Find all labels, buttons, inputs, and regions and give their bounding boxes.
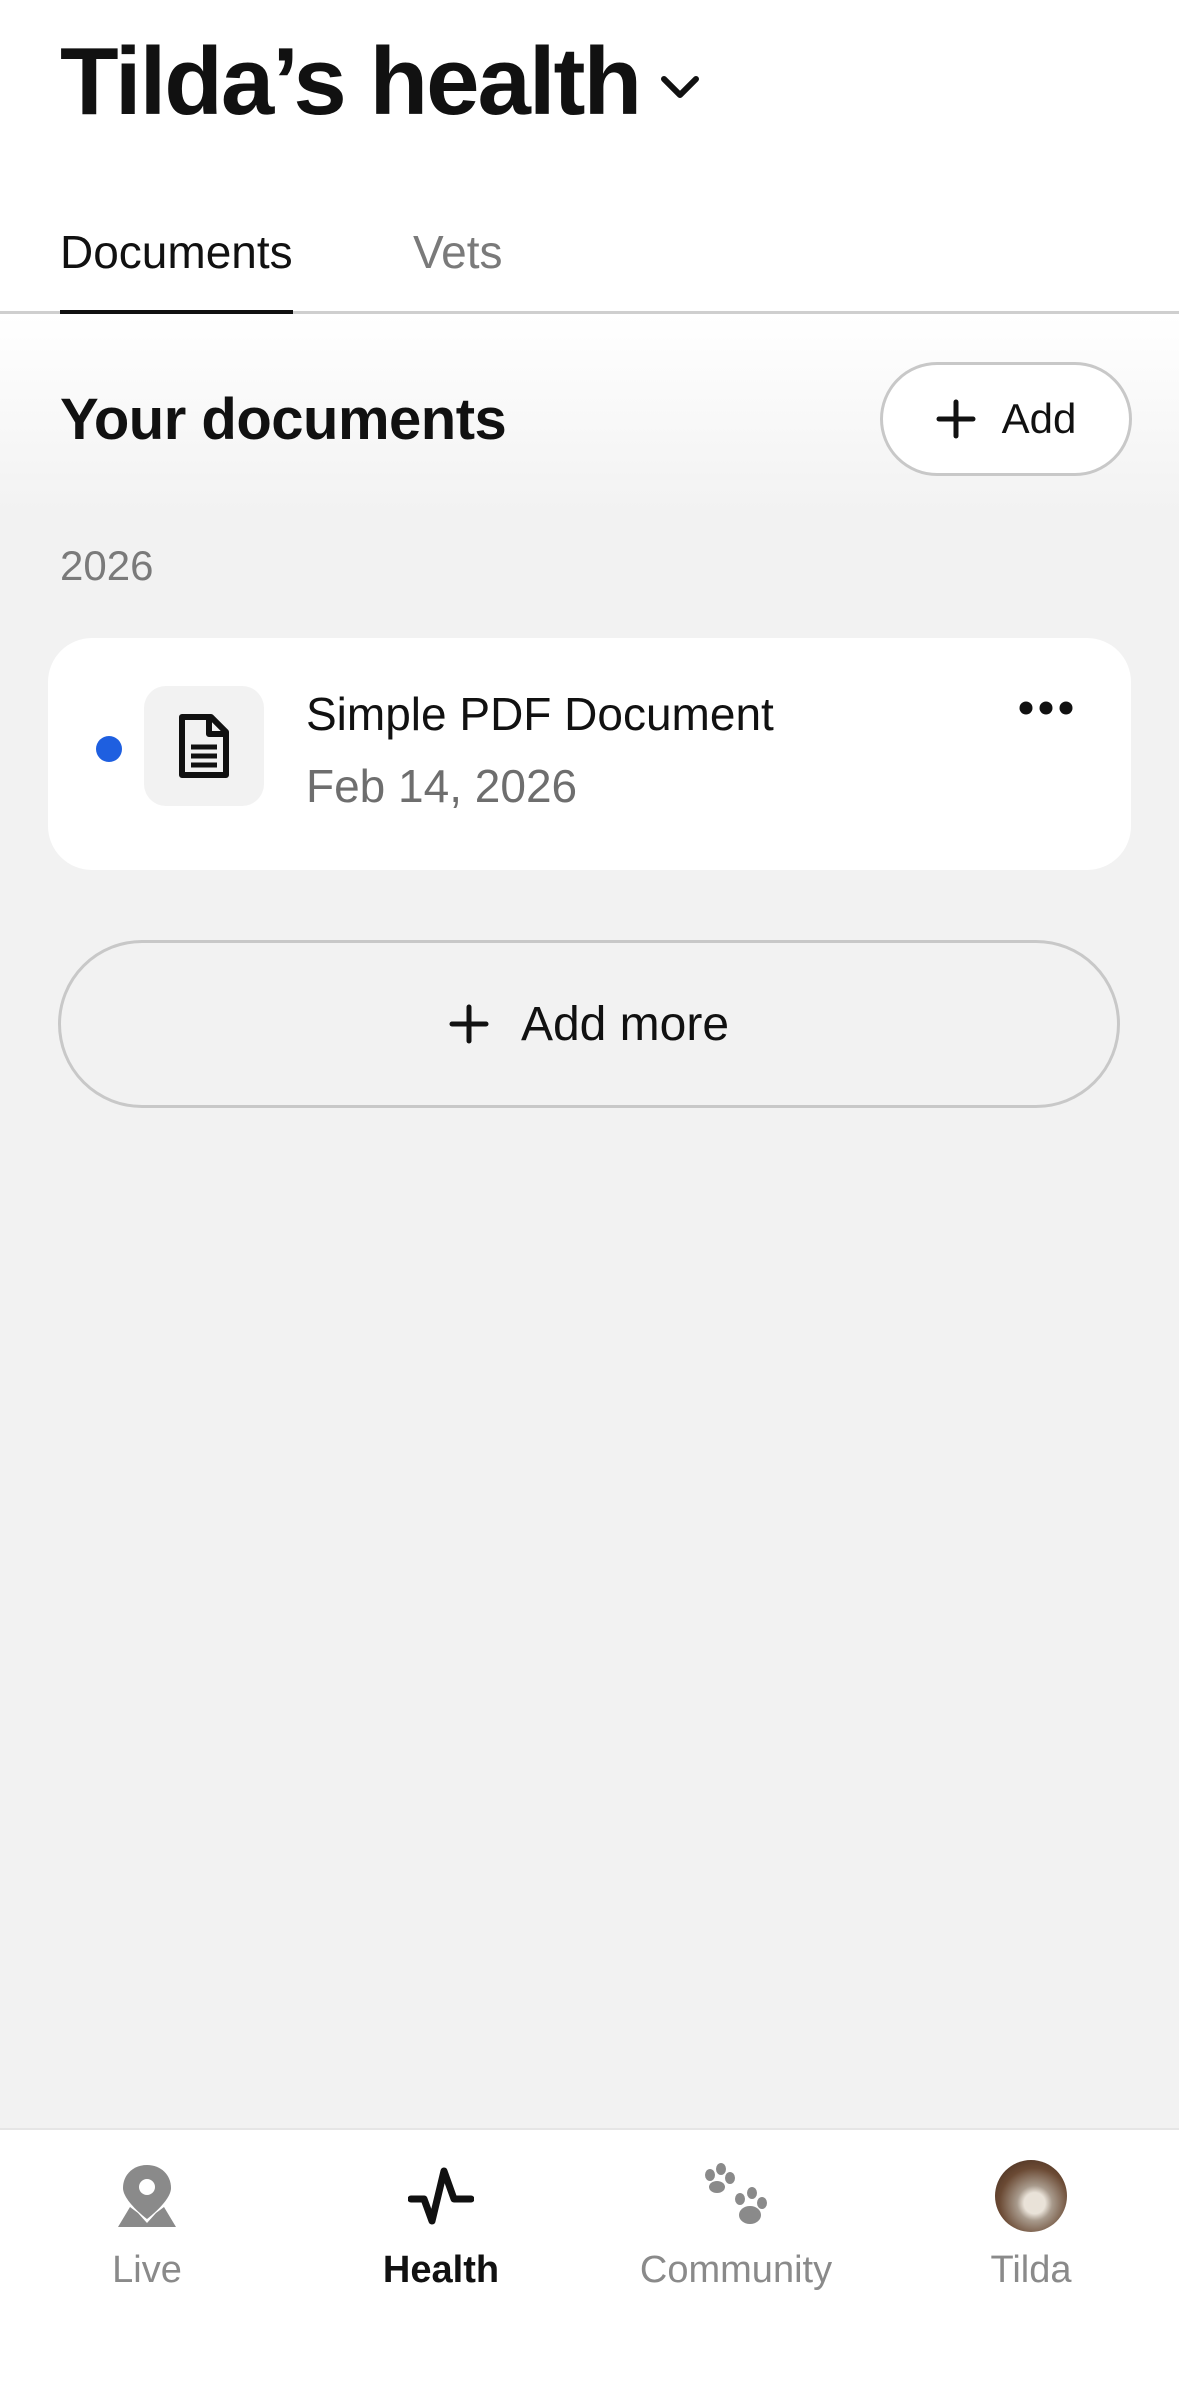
nav-label: Live: [112, 2249, 182, 2291]
more-horizontal-icon: [1019, 701, 1073, 715]
section-title: Your documents: [60, 387, 507, 452]
nav-label: Health: [382, 2249, 500, 2291]
nav-item-health[interactable]: Health: [321, 2156, 561, 2306]
content-area: [0, 314, 1179, 2128]
add-button-label: Add: [1001, 395, 1077, 442]
plus-icon: [449, 1004, 489, 1044]
location-pin-icon: [118, 2165, 176, 2227]
nav-item-live[interactable]: Live: [27, 2156, 267, 2306]
nav-item-tilda[interactable]: Tilda: [911, 2156, 1151, 2306]
add-more-button[interactable]: Add more: [58, 940, 1120, 1108]
nav-label: Community: [639, 2249, 833, 2291]
pet-avatar: [995, 2160, 1067, 2232]
chevron-down-icon: [661, 76, 700, 98]
document-card[interactable]: Simple PDF Document Feb 14, 2026: [48, 638, 1131, 870]
document-thumbnail: [144, 686, 264, 806]
nav-item-community[interactable]: Community: [616, 2156, 856, 2306]
pulse-icon: [408, 2167, 474, 2225]
bottom-navigation: Live Health Community Tilda: [0, 2128, 1179, 2396]
document-icon: [179, 714, 229, 778]
plus-icon: [936, 399, 976, 439]
add-document-button[interactable]: Add: [880, 362, 1132, 476]
unread-indicator: [96, 736, 122, 762]
year-heading: 2026: [60, 542, 154, 589]
tab-vets[interactable]: Vets: [413, 222, 503, 282]
document-name: Simple PDF Document: [306, 688, 774, 740]
tab-documents[interactable]: Documents: [60, 222, 293, 314]
document-date: Feb 14, 2026: [306, 760, 578, 812]
add-more-label: Add more: [520, 997, 730, 1051]
nav-label: Tilda: [990, 2249, 1072, 2291]
document-more-button[interactable]: [1008, 678, 1084, 738]
paw-icon: [705, 2163, 767, 2224]
page-title: Tilda’s health: [60, 28, 642, 135]
pet-switcher[interactable]: Tilda’s health: [60, 22, 702, 142]
app-header: Tilda’s health Documents Vets: [0, 0, 1179, 314]
tab-bar: Documents Vets: [0, 200, 1179, 314]
